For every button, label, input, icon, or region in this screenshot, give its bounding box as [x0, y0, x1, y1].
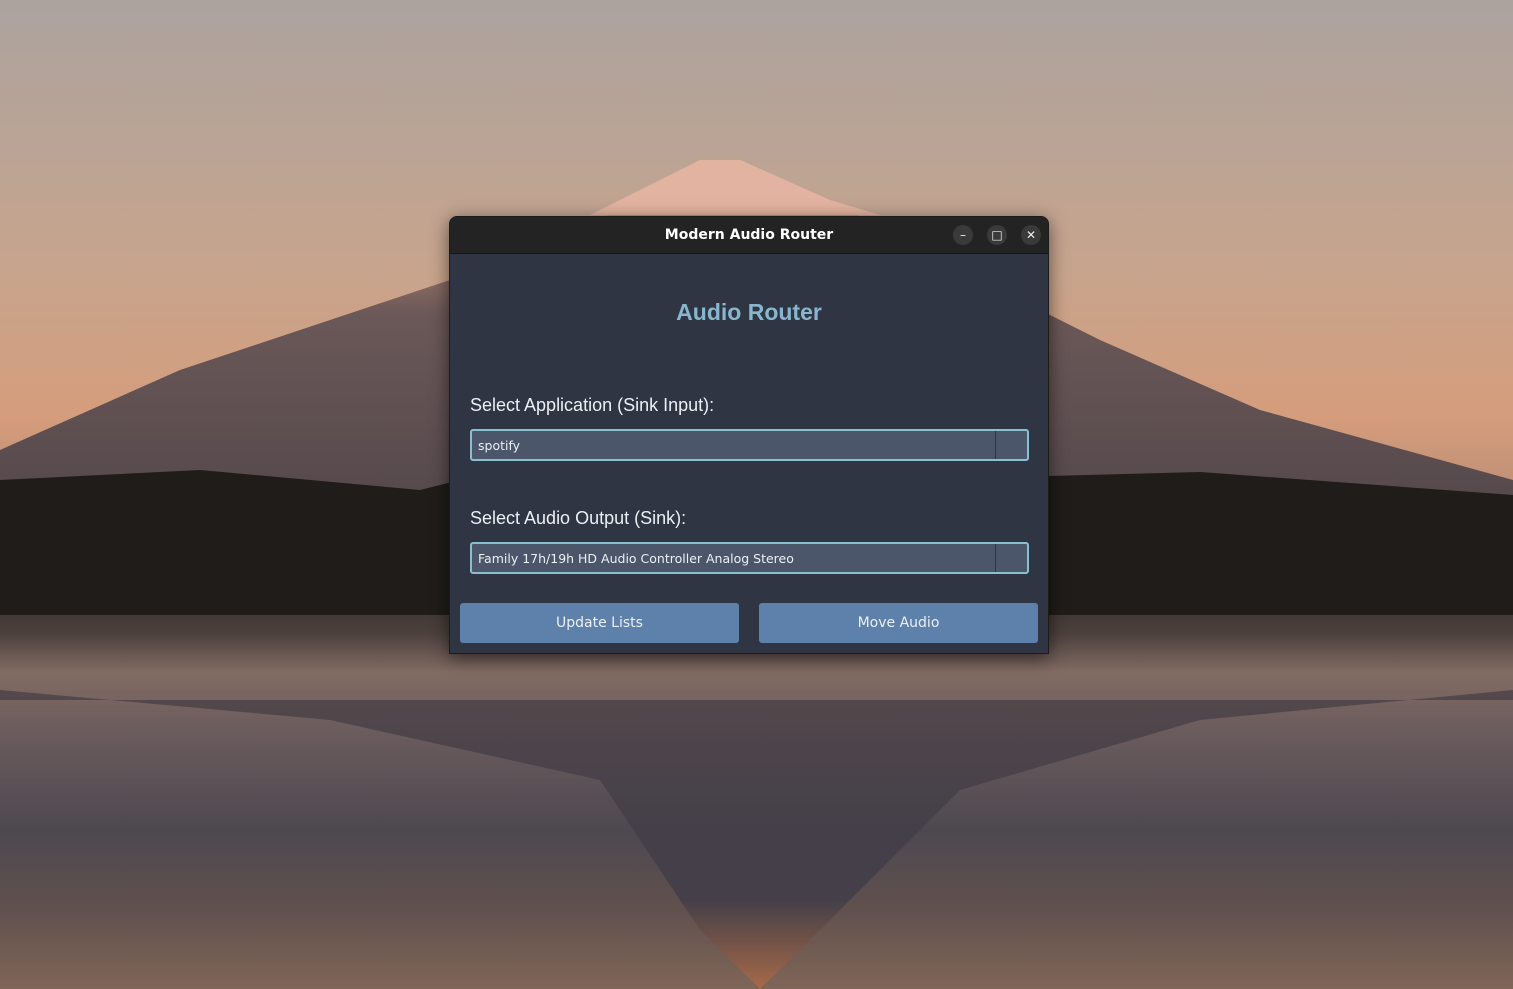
application-select[interactable]: spotify — [470, 429, 1029, 461]
close-icon[interactable]: ✕ — [1021, 225, 1041, 245]
dropdown-arrow-icon[interactable] — [995, 431, 1027, 459]
maximize-icon[interactable]: □ — [987, 225, 1007, 245]
minimize-icon[interactable]: – — [953, 225, 973, 245]
output-label: Select Audio Output (Sink): — [470, 508, 687, 528]
page-title: Audio Router — [676, 299, 822, 325]
dropdown-arrow-icon[interactable] — [995, 544, 1027, 572]
window-titlebar[interactable]: Modern Audio Router – □ ✕ — [450, 217, 1048, 254]
update-lists-button[interactable]: Update Lists — [460, 603, 739, 643]
output-select[interactable]: Family 17h/19h HD Audio Controller Analo… — [470, 542, 1029, 574]
app-window: Modern Audio Router – □ ✕ Audio Router S… — [449, 216, 1049, 654]
output-select-value: Family 17h/19h HD Audio Controller Analo… — [478, 551, 794, 566]
application-label: Select Application (Sink Input): — [470, 395, 715, 415]
move-audio-button[interactable]: Move Audio — [759, 603, 1038, 643]
application-select-value: spotify — [478, 438, 521, 453]
